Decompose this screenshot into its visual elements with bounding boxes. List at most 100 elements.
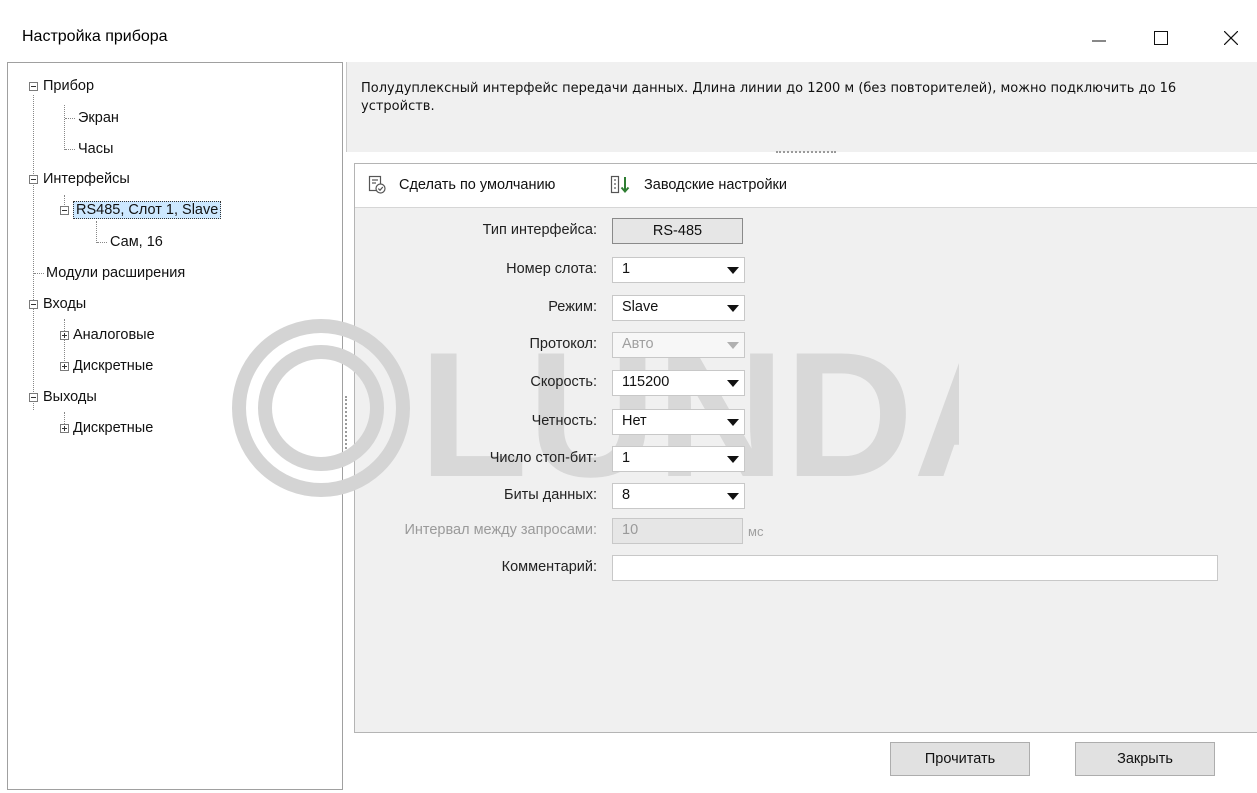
- tree-connector: [65, 149, 75, 150]
- parity-value: Нет: [622, 413, 647, 429]
- data-bits-select[interactable]: 8: [612, 483, 745, 509]
- close-icon: [1224, 31, 1238, 45]
- collapse-icon[interactable]: [60, 206, 69, 215]
- device-tree[interactable]: Прибор Экран Часы Интерфейсы RS485, Слот…: [7, 62, 343, 790]
- tree-item-analog-inputs[interactable]: Аналоговые: [73, 326, 155, 344]
- chevron-down-icon: [727, 456, 739, 463]
- maximize-icon: [1154, 31, 1168, 45]
- interval-input: 10: [612, 518, 743, 544]
- stop-bits-label: Число стоп-бит:: [489, 450, 597, 466]
- tree-item-label: Часы: [78, 141, 114, 157]
- protocol-value: Авто: [622, 336, 654, 352]
- tree-connector: [33, 95, 34, 410]
- set-default-icon: [367, 175, 387, 195]
- tree-item-label: Интерфейсы: [43, 171, 130, 187]
- horizontal-splitter[interactable]: [776, 151, 836, 155]
- chevron-down-icon: [727, 305, 739, 312]
- minimize-icon: [1092, 40, 1106, 42]
- set-default-button[interactable]: Сделать по умолчанию: [367, 175, 555, 195]
- chevron-down-icon: [727, 267, 739, 274]
- read-button[interactable]: Прочитать: [890, 742, 1030, 776]
- tree-item-clock[interactable]: Часы: [78, 140, 113, 158]
- window-title: Настройка прибора: [22, 28, 168, 45]
- speed-select[interactable]: 115200: [612, 370, 745, 396]
- row-mode: Режим: Slave: [355, 295, 1257, 321]
- data-bits-label: Биты данных:: [504, 487, 597, 503]
- tree-item-screen[interactable]: Экран: [78, 109, 119, 127]
- row-speed: Скорость: 115200: [355, 370, 1257, 396]
- row-protocol: Протокол: Авто: [355, 332, 1257, 358]
- tree-connector: [64, 319, 65, 367]
- chevron-down-icon: [727, 493, 739, 500]
- comment-label: Комментарий:: [501, 559, 597, 575]
- protocol-select: Авто: [612, 332, 745, 358]
- tree-item-inputs[interactable]: Входы: [43, 295, 86, 313]
- close-button[interactable]: Закрыть: [1075, 742, 1215, 776]
- tree-item-self[interactable]: Сам, 16: [110, 233, 163, 251]
- slot-select[interactable]: 1: [612, 257, 745, 283]
- factory-settings-icon: [610, 175, 632, 195]
- stop-bits-value: 1: [622, 450, 631, 466]
- row-interval: Интервал между запросами: 10 мс: [355, 518, 1257, 544]
- expand-icon[interactable]: [60, 424, 69, 433]
- tree-connector: [96, 221, 97, 243]
- tree-item-rs485[interactable]: RS485, Слот 1, Slave: [73, 201, 222, 219]
- mode-select[interactable]: Slave: [612, 295, 745, 321]
- speed-value: 115200: [622, 374, 670, 390]
- tree-item-label: RS485, Слот 1, Slave: [73, 201, 222, 219]
- collapse-icon[interactable]: [29, 300, 38, 309]
- interval-label: Интервал между запросами:: [404, 522, 597, 538]
- tree-item-label: Модули расширения: [46, 265, 186, 281]
- collapse-icon[interactable]: [29, 175, 38, 184]
- chevron-down-icon: [727, 380, 739, 387]
- maximize-button[interactable]: [1138, 18, 1184, 58]
- tree-item-discrete-outputs[interactable]: Дискретные: [73, 419, 153, 437]
- set-default-label: Сделать по умолчанию: [399, 177, 556, 193]
- protocol-label: Протокол:: [529, 336, 597, 352]
- tree-connector: [34, 273, 44, 274]
- description-panel: Полудуплексный интерфейс передачи данных…: [346, 62, 1257, 152]
- tree-item-label: Аналоговые: [73, 327, 155, 343]
- tree-item-outputs[interactable]: Выходы: [43, 388, 97, 406]
- interval-unit: мс: [748, 524, 764, 539]
- parity-select[interactable]: Нет: [612, 409, 745, 435]
- minimize-button[interactable]: [1076, 18, 1122, 58]
- tree-item-label: Сам, 16: [110, 234, 163, 250]
- expand-icon[interactable]: [60, 362, 69, 371]
- parity-label: Четность:: [531, 413, 597, 429]
- row-comment: Комментарий:: [355, 555, 1257, 581]
- tree-item-device[interactable]: Прибор: [43, 77, 94, 95]
- tree-item-label: Прибор: [43, 78, 95, 94]
- tree-item-label: Экран: [78, 110, 119, 126]
- tree-connector: [65, 118, 75, 119]
- close-window-button[interactable]: [1208, 18, 1254, 58]
- expand-icon[interactable]: [60, 331, 69, 340]
- interface-type-label: Тип интерфейса:: [482, 222, 597, 238]
- collapse-icon[interactable]: [29, 82, 38, 91]
- tree-connector: [64, 105, 65, 150]
- stop-bits-select[interactable]: 1: [612, 446, 745, 472]
- settings-toolbar: Сделать по умолчанию Заводские настройки: [355, 164, 1257, 208]
- interval-value: 10: [622, 522, 639, 538]
- row-interface-type: Тип интерфейса: RS-485: [355, 218, 1257, 244]
- tree-item-label: Входы: [43, 296, 87, 312]
- row-parity: Четность: Нет: [355, 409, 1257, 435]
- speed-label: Скорость:: [530, 374, 597, 390]
- collapse-icon[interactable]: [29, 393, 38, 402]
- row-data-bits: Биты данных: 8: [355, 483, 1257, 509]
- tree-item-interfaces[interactable]: Интерфейсы: [43, 170, 130, 188]
- slot-label: Номер слота:: [506, 261, 597, 277]
- comment-input[interactable]: [612, 555, 1218, 581]
- slot-value: 1: [622, 261, 631, 277]
- interface-type-value: RS-485: [612, 218, 743, 244]
- vertical-splitter[interactable]: [345, 396, 350, 456]
- tree-item-expansion-modules[interactable]: Модули расширения: [46, 264, 185, 282]
- factory-settings-label: Заводские настройки: [644, 177, 787, 193]
- tree-item-label: Дискретные: [73, 358, 154, 374]
- interface-description: Полудуплексный интерфейс передачи данных…: [361, 81, 1177, 114]
- title-bar: Настройка прибора: [0, 0, 1257, 62]
- row-slot: Номер слота: 1: [355, 257, 1257, 283]
- factory-settings-button[interactable]: Заводские настройки: [610, 175, 787, 195]
- mode-value: Slave: [622, 299, 659, 315]
- tree-item-discrete-inputs[interactable]: Дискретные: [73, 357, 153, 375]
